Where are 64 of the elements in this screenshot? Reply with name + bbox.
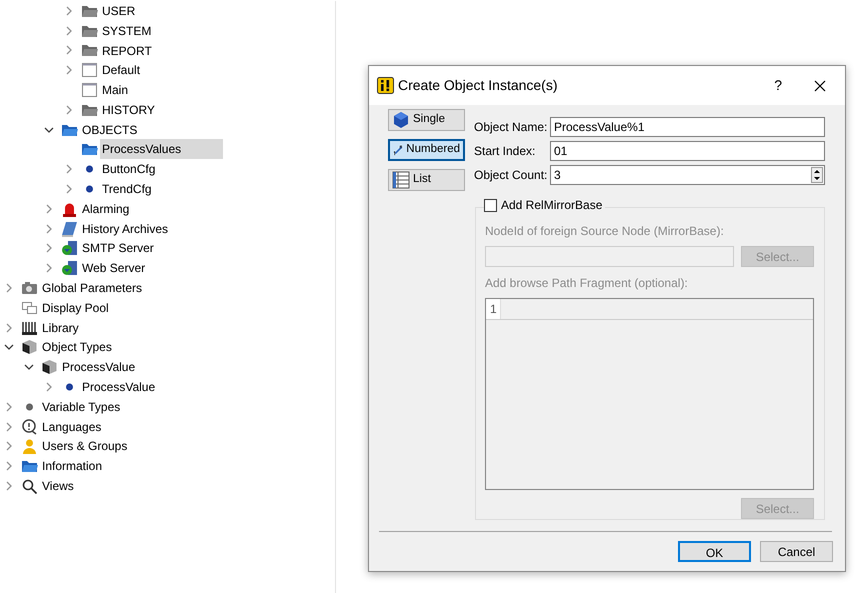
- tree-item[interactable]: Main: [100, 80, 130, 100]
- dialog-title: Create Object Instance(s): [398, 76, 558, 95]
- tree-item[interactable]: TrendCfg: [100, 179, 154, 200]
- tree-item[interactable]: HISTORY: [100, 100, 157, 120]
- app-logo-icon: [377, 77, 394, 94]
- tree-item[interactable]: ProcessValues: [100, 139, 224, 160]
- spin-field[interactable]: 3: [550, 165, 825, 185]
- tree-item[interactable]: USER: [100, 0, 138, 21]
- cube-icon: [21, 339, 38, 356]
- tree-item[interactable]: ProcessValue: [80, 377, 158, 398]
- help-button[interactable]: ?: [774, 75, 782, 96]
- tree-item[interactable]: Default: [100, 60, 142, 80]
- folder-icon: [81, 42, 98, 58]
- table-icon: [392, 171, 410, 189]
- close-icon[interactable]: [814, 80, 826, 92]
- tree-item[interactable]: OBJECTS: [80, 120, 140, 140]
- windows-icon: [21, 300, 38, 316]
- tree-item[interactable]: ProcessValue: [60, 357, 138, 378]
- mode-button[interactable]: List: [388, 169, 465, 191]
- spin-arrows-icon[interactable]: [811, 167, 823, 183]
- folder-icon: [21, 458, 38, 474]
- cancel-button[interactable]: Cancel: [760, 541, 833, 562]
- hexagon-icon: [392, 111, 410, 129]
- tree-item[interactable]: Library: [40, 318, 81, 338]
- node-id-field[interactable]: [485, 246, 734, 267]
- input-field[interactable]: ProcessValue%1: [550, 117, 825, 137]
- tree-item[interactable]: ButtonCfg: [100, 159, 158, 180]
- tree-item[interactable]: Object Types: [40, 337, 114, 358]
- input-field[interactable]: 01: [550, 141, 825, 161]
- alarm-light-icon: [61, 200, 78, 217]
- line-number: 1: [486, 299, 500, 319]
- globe-server-icon: [61, 240, 78, 256]
- tree-item[interactable]: Global Parameters: [40, 278, 144, 298]
- window-icon: [81, 82, 98, 98]
- globe-server-icon: [61, 260, 78, 276]
- tree-item[interactable]: REPORT: [100, 40, 154, 60]
- tree-item[interactable]: Display Pool: [40, 298, 111, 318]
- folder-icon: [81, 141, 98, 158]
- field-label: NodeId of foreign Source Node (MirrorBase):: [485, 223, 725, 240]
- tree-item[interactable]: Views: [40, 476, 76, 496]
- tree-item[interactable]: Web Server: [80, 258, 148, 278]
- window-icon: [81, 62, 98, 78]
- cube-icon: [41, 359, 58, 376]
- user-icon: [21, 438, 38, 454]
- field-label: Object Count:: [474, 167, 548, 184]
- ok-button[interactable]: OK: [678, 541, 751, 562]
- tree-item[interactable]: Languages: [40, 416, 104, 437]
- tree-item[interactable]: SYSTEM: [100, 20, 154, 41]
- checkbox-label: Add RelMirrorBase: [501, 197, 602, 214]
- field-label: Add browse Path Fragment (optional):: [485, 275, 689, 292]
- tree-item[interactable]: Variable Types: [40, 396, 122, 417]
- tree-item[interactable]: Users & Groups: [40, 436, 130, 456]
- search-icon: [21, 478, 38, 494]
- field-label: Object Name:: [474, 119, 548, 136]
- field-label: Start Index:: [474, 143, 536, 160]
- book-icon: [61, 220, 78, 237]
- tree-item[interactable]: History Archives: [80, 218, 170, 239]
- camera-icon: [21, 280, 38, 296]
- mode-button[interactable]: Single: [388, 109, 465, 131]
- mode-button[interactable]: Numbered: [388, 139, 465, 161]
- tree-item[interactable]: Alarming: [80, 198, 132, 219]
- library-icon: [21, 320, 38, 336]
- tree-item[interactable]: Information: [40, 456, 104, 476]
- tree-item[interactable]: SMTP Server: [80, 238, 156, 258]
